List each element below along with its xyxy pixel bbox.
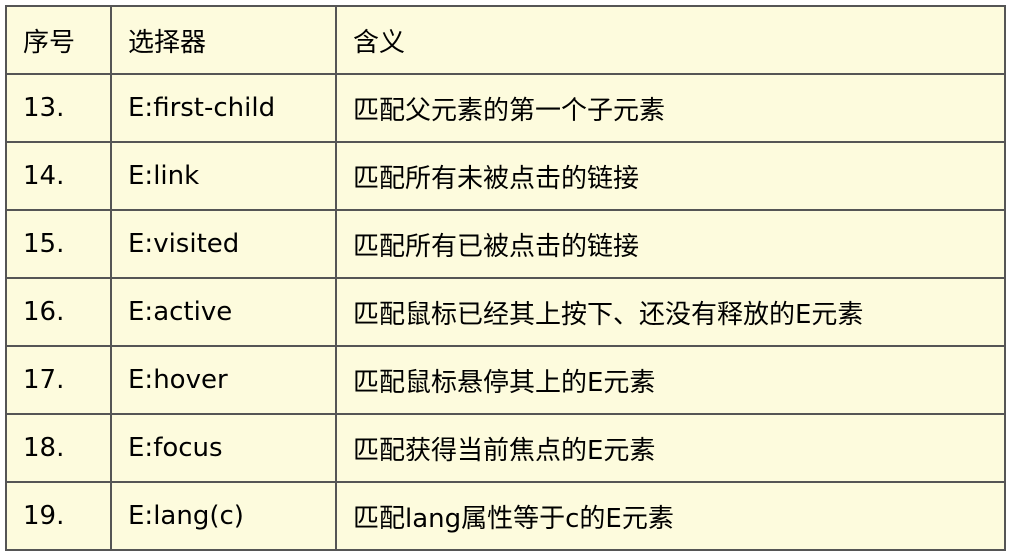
selector-table: 序号 选择器 含义 13. E:first-child 匹配父元素的第一个子元素… (5, 5, 1006, 551)
table-row: 17. E:hover 匹配鼠标悬停其上的E元素 (5, 345, 1006, 415)
table-row: 13. E:first-child 匹配父元素的第一个子元素 (5, 73, 1006, 143)
row-number: 18. (5, 413, 112, 483)
table-row: 16. E:active 匹配鼠标已经其上按下、还没有释放的E元素 (5, 277, 1006, 347)
row-selector: E:active (110, 277, 337, 347)
row-meaning: 匹配lang属性等于c的E元素 (335, 481, 1006, 551)
row-selector: E:focus (110, 413, 337, 483)
selector-table-container: 序号 选择器 含义 13. E:first-child 匹配父元素的第一个子元素… (5, 5, 1006, 551)
row-selector: E:link (110, 141, 337, 211)
table-row: 19. E:lang(c) 匹配lang属性等于c的E元素 (5, 481, 1006, 551)
header-number: 序号 (5, 5, 112, 75)
row-meaning: 匹配父元素的第一个子元素 (335, 73, 1006, 143)
row-number: 15. (5, 209, 112, 279)
header-meaning: 含义 (335, 5, 1006, 75)
row-selector: E:first-child (110, 73, 337, 143)
table-row: 15. E:visited 匹配所有已被点击的链接 (5, 209, 1006, 279)
header-selector: 选择器 (110, 5, 337, 75)
row-meaning: 匹配所有未被点击的链接 (335, 141, 1006, 211)
row-meaning: 匹配鼠标已经其上按下、还没有释放的E元素 (335, 277, 1006, 347)
row-number: 13. (5, 73, 112, 143)
row-selector: E:hover (110, 345, 337, 415)
row-meaning: 匹配鼠标悬停其上的E元素 (335, 345, 1006, 415)
row-number: 17. (5, 345, 112, 415)
table-header-row: 序号 选择器 含义 (5, 5, 1006, 75)
row-number: 16. (5, 277, 112, 347)
row-number: 14. (5, 141, 112, 211)
table-row: 18. E:focus 匹配获得当前焦点的E元素 (5, 413, 1006, 483)
row-meaning: 匹配所有已被点击的链接 (335, 209, 1006, 279)
row-number: 19. (5, 481, 112, 551)
row-meaning: 匹配获得当前焦点的E元素 (335, 413, 1006, 483)
row-selector: E:lang(c) (110, 481, 337, 551)
row-selector: E:visited (110, 209, 337, 279)
table-row: 14. E:link 匹配所有未被点击的链接 (5, 141, 1006, 211)
